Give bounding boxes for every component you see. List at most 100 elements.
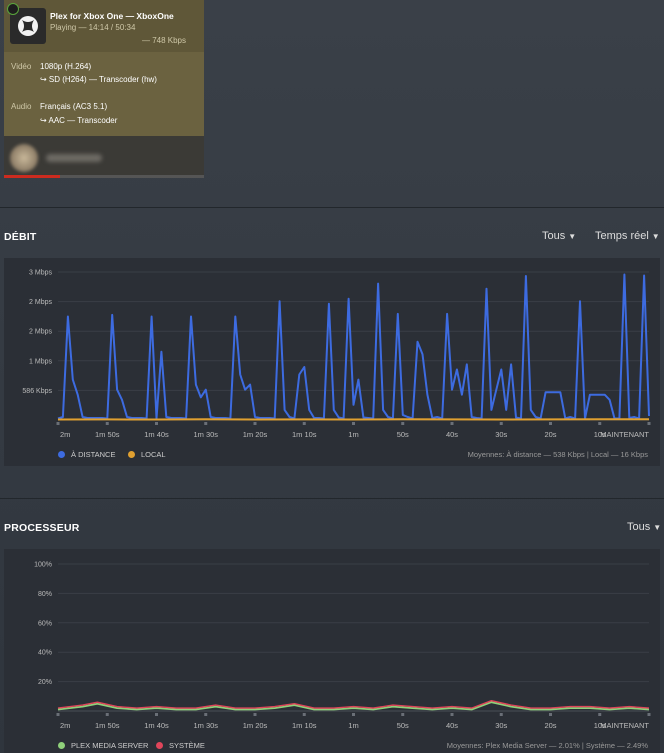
x-tick-mark <box>401 422 405 425</box>
x-tick-mark <box>499 422 503 425</box>
legend-remote[interactable]: À DISTANCE <box>58 450 115 459</box>
x-tick-mark <box>598 422 602 425</box>
bandwidth-filter-label: Tous <box>542 230 566 242</box>
playback-status: Playing — 14:14 / 50:34 <box>50 23 136 32</box>
x-tick-label: 2m <box>60 721 70 730</box>
chevron-down-icon: ▼ <box>653 523 662 532</box>
x-tick-label: 1m 50s <box>95 430 120 439</box>
x-tick-mark <box>155 713 158 716</box>
y-tick-label: 3 Mbps <box>29 270 52 277</box>
x-tick-mark <box>204 713 208 716</box>
legend-pms-label: PLEX MEDIA SERVER <box>71 741 149 750</box>
x-tick-label: 20s <box>544 721 556 730</box>
bandwidth-averages: Moyennes: À distance — 538 Kbps | Local … <box>467 450 648 459</box>
x-tick-label: 1m 40s <box>144 721 169 730</box>
x-tick-label: 1m 20s <box>243 430 268 439</box>
bandwidth-filter-dropdown[interactable]: Tous ▼ <box>542 230 576 242</box>
legend-system-label: SYSTÈME <box>169 741 205 750</box>
x-tick-mark <box>302 713 306 716</box>
legend-system[interactable]: SYSTÈME <box>156 741 205 750</box>
x-tick-label: 1m 40s <box>144 430 169 439</box>
video-source: 1080p (H.264) <box>40 62 92 71</box>
bandwidth-chart-panel: 586 Kbps 1 Mbps 2 Mbps 2 Mbps 3 Mbps 2m 1m 50s… <box>4 258 660 466</box>
audio-label: Audio <box>11 102 32 111</box>
x-tick-label: 40s <box>446 721 458 730</box>
x-tick-label: 1m 10s <box>292 430 317 439</box>
x-tick-label: 1m 50s <box>95 721 120 730</box>
cpu-chart-panel: 20% 40% 60% 80% 100% 2m 1m 50s 1m 40s 1m 30s 1m 2… <box>4 549 660 753</box>
x-tick-label: 40s <box>446 430 458 439</box>
series-line-1 <box>57 700 650 709</box>
x-tick-label: 1m <box>348 721 358 730</box>
x-tick-mark <box>549 422 552 425</box>
x-tick-label: 50s <box>397 430 409 439</box>
pms-dot-icon <box>58 742 65 749</box>
legend-local-label: LOCAL <box>141 450 166 459</box>
x-tick-mark <box>647 713 651 716</box>
x-tick-mark <box>450 422 454 425</box>
chevron-down-icon: ▼ <box>568 232 577 241</box>
system-dot-icon <box>156 742 163 749</box>
now-playing-card[interactable]: Plex for Xbox One — XboxOne Playing — 14… <box>4 0 204 178</box>
x-tick-mark <box>401 713 405 716</box>
x-tick-mark <box>647 422 651 425</box>
x-tick-label: 20s <box>544 430 556 439</box>
legend-pms[interactable]: PLEX MEDIA SERVER <box>58 741 148 750</box>
cpu-averages: Moyennes: Plex Media Server — 2.01% | Sy… <box>446 741 648 750</box>
section-divider <box>0 498 664 499</box>
bandwidth-chart: 586 Kbps 1 Mbps 2 Mbps 2 Mbps 3 Mbps 2m 1m 50s… <box>22 270 651 439</box>
video-label: Vidéo <box>11 62 32 71</box>
username-blurred <box>46 154 102 162</box>
x-tick-mark <box>598 713 602 716</box>
x-tick-label: 30s <box>495 721 507 730</box>
x-tick-mark <box>253 713 257 716</box>
series-line-0 <box>57 273 650 420</box>
x-tick-mark <box>352 422 355 425</box>
x-tick-mark <box>105 422 109 425</box>
lock-icon <box>7 3 19 15</box>
y-tick-label: 100% <box>34 562 52 569</box>
audio-transcode: ↪ AAC — Transcoder <box>40 116 118 125</box>
player-title: Plex for Xbox One — XboxOne <box>50 11 174 21</box>
x-tick-mark <box>549 713 552 716</box>
chevron-down-icon: ▼ <box>651 232 660 241</box>
x-tick-label: 1m 30s <box>193 430 218 439</box>
bandwidth-range-label: Temps réel <box>595 230 649 242</box>
x-tick-label: MAINTENANT <box>600 430 649 439</box>
bandwidth-range-dropdown[interactable]: Temps réel ▼ <box>595 230 660 242</box>
stream-bitrate: — 748 Kbps <box>141 36 186 45</box>
x-tick-label: 1m 30s <box>193 721 218 730</box>
x-tick-mark <box>352 713 355 716</box>
y-tick-label: 2 Mbps <box>29 299 52 306</box>
x-tick-mark <box>253 422 257 425</box>
x-tick-label: 30s <box>495 430 507 439</box>
y-tick-label: 60% <box>38 620 52 627</box>
x-tick-mark <box>302 422 306 425</box>
y-tick-label: 2 Mbps <box>29 329 52 336</box>
y-tick-label: 80% <box>38 591 52 598</box>
section-divider <box>0 207 664 208</box>
x-tick-label: MAINTENANT <box>600 721 649 730</box>
x-tick-mark <box>499 713 503 716</box>
cpu-filter-dropdown[interactable]: Tous ▼ <box>627 521 661 533</box>
cpu-chart: 20% 40% 60% 80% 100% 2m 1m 50s 1m 40s 1m 30s 1m 2… <box>34 562 651 730</box>
local-dot-icon <box>128 451 135 458</box>
x-tick-mark <box>56 713 60 716</box>
user-row[interactable] <box>4 136 204 178</box>
x-tick-mark <box>56 422 60 425</box>
video-transcode: ↪ SD (H264) — Transcoder (hw) <box>40 75 157 84</box>
x-tick-mark <box>155 422 158 425</box>
cpu-title: PROCESSEUR <box>4 522 80 534</box>
x-tick-mark <box>450 713 454 716</box>
playback-progress-bar <box>4 175 204 178</box>
series-line-0 <box>57 701 650 711</box>
audio-source: Français (AC3 5.1) <box>40 102 108 111</box>
x-tick-label: 2m <box>60 430 70 439</box>
x-tick-label: 1m <box>348 430 358 439</box>
legend-local[interactable]: LOCAL <box>128 450 166 459</box>
x-tick-label: 1m 10s <box>292 721 317 730</box>
x-tick-mark <box>204 422 208 425</box>
remote-dot-icon <box>58 451 65 458</box>
x-tick-mark <box>105 713 109 716</box>
playback-progress-fill <box>4 175 60 178</box>
